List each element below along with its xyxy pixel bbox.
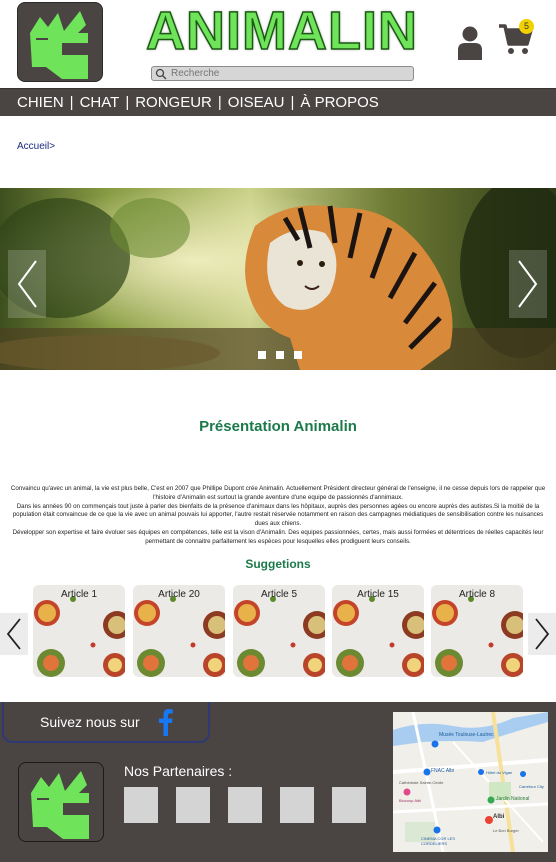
carousel-dot[interactable] <box>258 351 266 359</box>
suggestion-card[interactable]: Article 20 <box>133 585 225 677</box>
partner-logo[interactable] <box>280 787 314 823</box>
partner-logo[interactable] <box>124 787 158 823</box>
presentation-paragraph: Développer son expertise et faire évolue… <box>12 528 544 545</box>
suggestion-card-title: Article 1 <box>60 589 98 600</box>
search-input[interactable] <box>171 67 401 80</box>
search-bar[interactable] <box>151 66 414 81</box>
partner-logo[interactable] <box>176 787 210 823</box>
carousel-prev-button[interactable] <box>8 250 46 318</box>
breadcrumb-separator: > <box>49 141 56 152</box>
breadcrumb: Accueil> <box>17 141 55 152</box>
location-map[interactable]: Musée Toulouse-Lautrec FNAC Albi Albi Ja… <box>393 712 548 852</box>
map-label: Jardin National <box>496 796 530 802</box>
suggestion-card[interactable]: Article 5 <box>233 585 325 677</box>
tiger-photo <box>0 188 556 370</box>
presentation-paragraph: Convaincu qu'avec un animal, la vie est … <box>10 485 546 501</box>
map-label: Hôtel du Vigan <box>486 770 513 775</box>
nav-separator: | <box>290 94 295 111</box>
map-label: CINEMA CGR LES CORDELIERS <box>421 836 456 846</box>
nav-item-rongeur[interactable]: RONGEUR <box>135 94 212 111</box>
logo[interactable] <box>17 2 103 82</box>
animal-logo-icon <box>30 11 88 79</box>
suggestion-card[interactable]: Article 15 <box>332 585 424 677</box>
presentation-paragraph: Dans les années 90 on commençais tout ju… <box>12 502 544 528</box>
nav-separator: | <box>125 94 130 111</box>
presentation-title: Présentation Animalin <box>199 418 357 435</box>
follow-us-label: Suivez nous sur <box>40 713 140 730</box>
partner-logo[interactable] <box>228 787 262 823</box>
suggestion-card-title: Article 5 <box>260 589 298 600</box>
nav-item-chat[interactable]: CHAT <box>80 94 120 111</box>
nav-separator: | <box>69 94 74 111</box>
carousel-dot[interactable] <box>294 351 302 359</box>
cart-count-badge: 5 <box>519 19 534 34</box>
partners-label: Nos Partenaires : <box>124 763 233 779</box>
facebook-icon[interactable] <box>156 708 174 736</box>
presentation-text: Convaincu qu'avec un animal, la vie est … <box>8 485 548 547</box>
map-label: Biocoop Albi <box>399 798 422 803</box>
nav-separator: | <box>217 94 222 111</box>
nav-item-oiseau[interactable]: OISEAU <box>228 94 285 111</box>
search-icon <box>155 68 167 79</box>
brand-title[interactable]: ANIMALIN <box>145 0 417 62</box>
nav-item-a-propos[interactable]: À PROPOS <box>300 94 378 111</box>
map-label: Cathédrale Sainte-Cécile <box>399 780 444 785</box>
suggestions-next-button[interactable] <box>528 613 556 655</box>
carousel-indicators <box>258 351 302 359</box>
map-label: FNAC Albi <box>431 768 455 774</box>
suggestions-title: Suggetions <box>245 557 311 571</box>
suggestion-card-title: Article 20 <box>158 589 200 600</box>
chevron-right-icon <box>518 260 538 308</box>
chevron-right-icon <box>535 618 550 650</box>
animal-logo-icon <box>31 771 89 839</box>
carousel-next-button[interactable] <box>509 250 547 318</box>
map-label: Le Bon Burger <box>493 828 519 833</box>
suggestion-card[interactable]: Article 1 <box>33 585 125 677</box>
carousel-dot[interactable] <box>276 351 284 359</box>
partner-logo[interactable] <box>332 787 366 823</box>
hero-carousel[interactable] <box>0 188 556 370</box>
suggestion-card-title: Article 8 <box>458 589 496 600</box>
suggestions-prev-button[interactable] <box>0 613 28 655</box>
chevron-left-icon <box>6 618 21 650</box>
site-header: ANIMALIN 5 <box>0 0 556 88</box>
breadcrumb-home-link[interactable]: Accueil <box>17 141 49 152</box>
footer-logo[interactable] <box>18 762 104 842</box>
suggestion-card-title: Article 15 <box>357 589 399 600</box>
nav-item-chien[interactable]: CHIEN <box>17 94 64 111</box>
follow-us-box[interactable]: Suivez nous sur <box>2 702 210 743</box>
map-label: Carrefour City <box>519 784 544 789</box>
main-nav: CHIEN | CHAT | RONGEUR | OISEAU | À PROP… <box>0 88 556 116</box>
map-label: Albi <box>493 814 505 820</box>
user-account-icon[interactable] <box>456 24 484 60</box>
chevron-left-icon <box>17 260 37 308</box>
map-label: Musée Toulouse-Lautrec <box>439 732 494 738</box>
suggestion-card[interactable]: Article 8 <box>431 585 523 677</box>
